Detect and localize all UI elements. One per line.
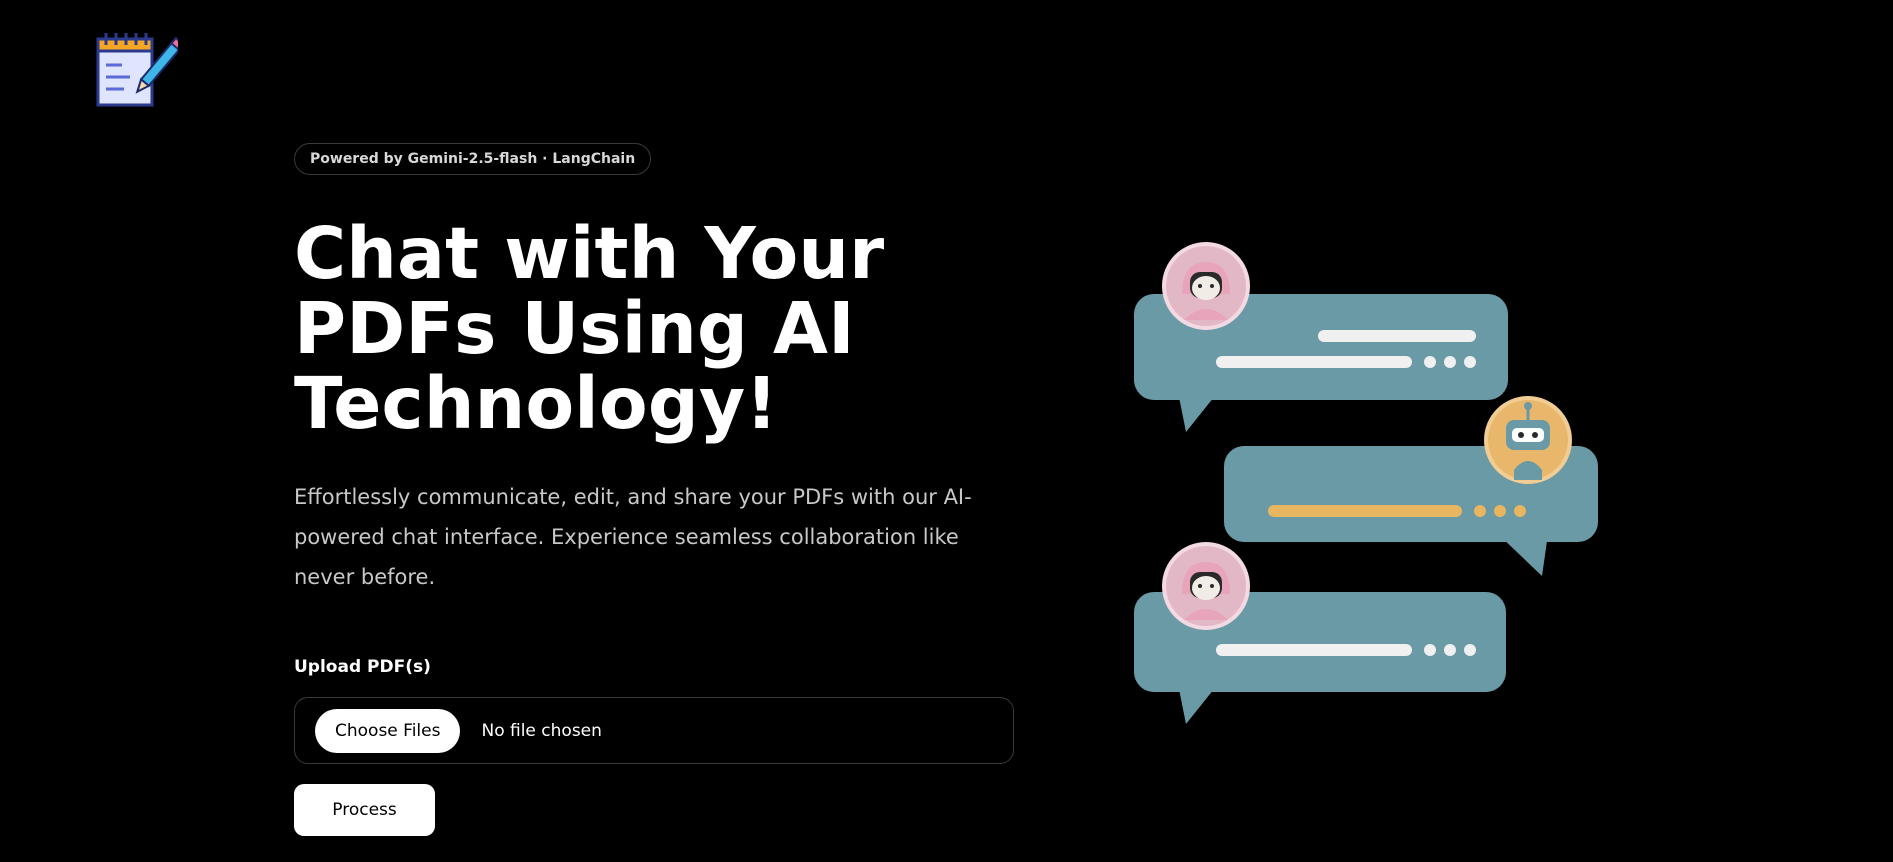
notepad-pencil-icon[interactable] — [96, 31, 178, 107]
file-input[interactable]: Choose Files No file chosen — [294, 697, 1014, 764]
user-avatar-icon — [1162, 542, 1250, 630]
page-subtitle: Effortlessly communicate, edit, and shar… — [294, 485, 972, 589]
chat-bubbles-illustration — [1134, 242, 1598, 724]
file-status-text: No file chosen — [481, 720, 602, 741]
page: Powered by Gemini-2.5-flash · LangChain … — [0, 0, 1893, 862]
choose-files-button[interactable]: Choose Files — [315, 708, 461, 753]
page-title: Chat with Your PDFs Using AI Technology! — [294, 212, 885, 445]
hero-section: Powered by Gemini-2.5-flash · LangChain … — [294, 143, 1034, 836]
user-avatar-icon — [1162, 242, 1250, 330]
upload-label: Upload PDF(s) — [294, 657, 431, 677]
robot-avatar-icon — [1484, 396, 1572, 484]
powered-by-badge: Powered by Gemini-2.5-flash · LangChain — [294, 143, 652, 175]
process-button[interactable]: Process — [294, 784, 435, 836]
